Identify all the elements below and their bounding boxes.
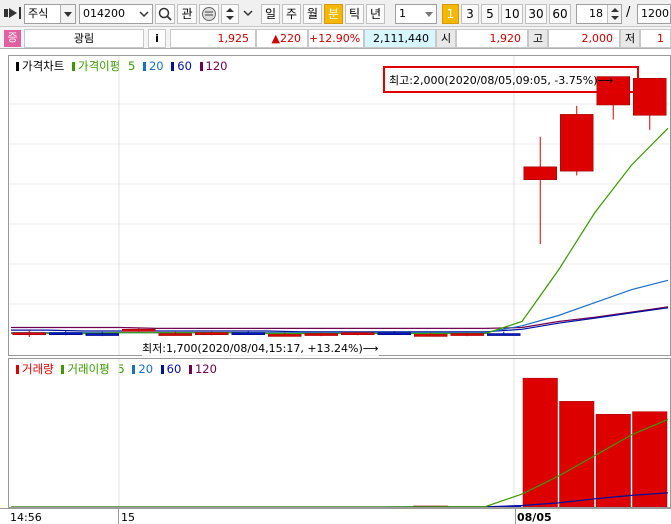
- x-axis-label: 08/05: [517, 511, 552, 524]
- candle-body: [195, 332, 229, 335]
- chevron-down-icon[interactable]: [137, 5, 152, 23]
- volume-bar: [559, 401, 595, 507]
- chevron-down-icon[interactable]: [60, 5, 75, 23]
- chevron-down-icon: [243, 10, 253, 17]
- period-minute-button[interactable]: 분: [324, 4, 343, 24]
- x-axis-tick: [118, 508, 119, 524]
- total-count-value: 1200: [641, 7, 669, 20]
- volume-bar: [522, 377, 558, 507]
- x-axis: [0, 508, 671, 524]
- count-separator: /: [626, 5, 631, 20]
- interval-3-button[interactable]: 3: [461, 4, 479, 24]
- candle-body: [377, 332, 411, 335]
- interval-value: 1: [399, 7, 406, 20]
- ma20-line: [11, 279, 669, 334]
- candle-body: [450, 333, 484, 336]
- candle-body: [341, 332, 375, 335]
- candle-body: [49, 332, 83, 335]
- top-toolbar: 주식 014200 관 일 주 월 분 틱 년 1 1 3 5 10 30 60…: [0, 0, 671, 27]
- interval-10-button[interactable]: 10: [501, 4, 523, 24]
- stock-code-input[interactable]: 014200: [79, 4, 153, 24]
- watchlist-button[interactable]: 관: [177, 4, 197, 24]
- high-price: 2,000: [548, 29, 620, 48]
- x-axis-tick: [515, 508, 516, 524]
- total-count-input[interactable]: 1200: [637, 4, 671, 24]
- high-annotation: 최고:2,000(2020/08/05,09:05, -3.75%)⟶: [389, 74, 614, 87]
- candle-body: [304, 333, 338, 336]
- info-button[interactable]: i: [148, 29, 166, 48]
- up-down-stepper[interactable]: [221, 4, 239, 24]
- volume-bar: [595, 413, 631, 507]
- period-week-button[interactable]: 주: [282, 4, 301, 24]
- collapse-button[interactable]: [241, 4, 255, 24]
- market-select-value: 주식: [28, 7, 49, 20]
- volume-chart-svg: [11, 359, 669, 507]
- candle-body: [85, 333, 119, 336]
- link-arrow-icon[interactable]: [3, 5, 23, 21]
- bar-count-value: 18: [589, 7, 603, 20]
- candle-body: [414, 334, 448, 337]
- period-year-button[interactable]: 년: [366, 4, 385, 24]
- interval-60-button[interactable]: 60: [549, 4, 571, 24]
- period-month-button[interactable]: 월: [303, 4, 322, 24]
- candle-body: [268, 334, 302, 337]
- low-label: 저: [620, 29, 640, 48]
- interval-30-button[interactable]: 30: [525, 4, 547, 24]
- interval-select[interactable]: 1: [395, 4, 437, 24]
- search-icon: [158, 7, 172, 21]
- up-down-arrow-icon: [226, 8, 234, 20]
- stock-badge: 증: [4, 30, 21, 47]
- low-price: 1: [640, 29, 671, 48]
- list-circle-icon: [202, 7, 216, 21]
- period-tick-button[interactable]: 틱: [345, 4, 364, 24]
- candle-body: [231, 332, 265, 335]
- price-change: ▲220: [256, 29, 308, 48]
- open-label: 시: [436, 29, 456, 48]
- candle-body: [158, 333, 192, 336]
- candle-body: [523, 166, 557, 181]
- chevron-down-icon[interactable]: [422, 5, 436, 23]
- stock-code-value: 014200: [83, 7, 125, 20]
- chart-window: 주식 014200 관 일 주 월 분 틱 년 1 1 3 5 10 30 60…: [0, 0, 671, 524]
- candle-body: [12, 332, 46, 335]
- low-annotation: 최저:1,700(2020/08/04,15:17, +13.24%)⟶: [142, 340, 379, 356]
- candle-body: [122, 328, 156, 332]
- price-chart-svg: [9, 56, 670, 355]
- interval-5-button[interactable]: 5: [481, 4, 499, 24]
- trade-volume: 2,111,440: [364, 29, 436, 48]
- candle-body: [487, 333, 521, 336]
- interval-1-button[interactable]: 1: [442, 4, 459, 24]
- bar-count-input[interactable]: 18: [576, 4, 622, 24]
- spin-arrows-icon[interactable]: [607, 5, 621, 23]
- circle-menu-button[interactable]: [199, 4, 219, 24]
- x-axis-label: 15: [121, 511, 135, 524]
- period-day-button[interactable]: 일: [261, 4, 280, 24]
- stock-name: 광림: [24, 29, 144, 48]
- current-price: 1,925: [170, 29, 256, 48]
- search-button[interactable]: [155, 4, 175, 24]
- x-axis-label: 14:56: [10, 511, 42, 524]
- price-change-pct: +12.90%: [308, 29, 364, 48]
- ma120-line: [11, 306, 669, 329]
- market-select[interactable]: 주식: [24, 4, 76, 24]
- high-label: 고: [528, 29, 548, 48]
- open-price: 1,920: [456, 29, 528, 48]
- candle-body: [560, 114, 594, 172]
